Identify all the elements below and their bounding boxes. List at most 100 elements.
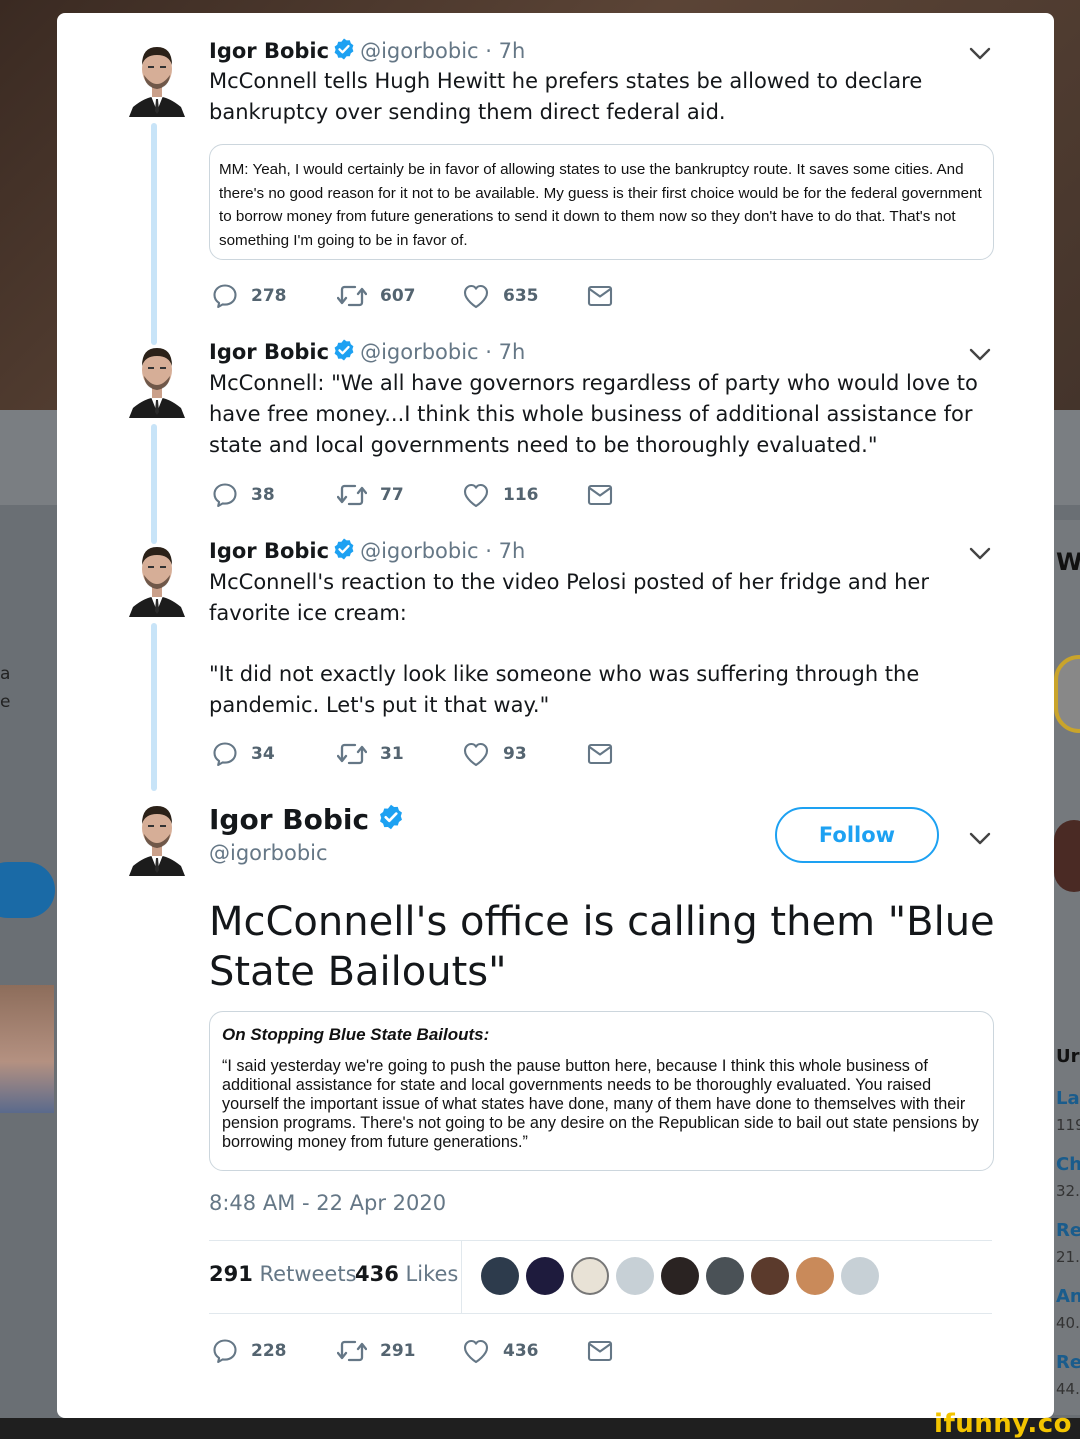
like-button[interactable]: 116 xyxy=(462,480,539,510)
chevron-down-icon[interactable] xyxy=(969,47,991,61)
thread-line xyxy=(151,123,157,345)
reply-button[interactable]: 278 xyxy=(212,281,287,311)
retweet-icon xyxy=(337,482,367,508)
message-icon xyxy=(587,742,613,766)
liker-avatar[interactable] xyxy=(616,1257,654,1295)
reply-button[interactable]: 34 xyxy=(212,739,275,769)
tweet-text: McConnell's reaction to the video Pelosi… xyxy=(209,570,929,625)
reply-button[interactable]: 228 xyxy=(212,1336,287,1366)
message-button[interactable] xyxy=(587,480,626,510)
reply-icon xyxy=(212,482,238,508)
tweet-quote-text: "It did not exactly look like someone wh… xyxy=(209,662,920,717)
author-name[interactable]: Igor Bobic xyxy=(209,39,329,63)
tweet-time[interactable]: · 7h xyxy=(485,340,525,364)
like-button[interactable]: 635 xyxy=(462,281,539,311)
background-right-link[interactable]: Ch xyxy=(1056,1154,1080,1175)
tweet-actions: 228 291 436 xyxy=(212,1336,632,1366)
tweet-timestamp[interactable]: 8:48 AM - 22 Apr 2020 xyxy=(209,1191,446,1215)
background-right-count: 21. xyxy=(1056,1248,1080,1266)
avatar[interactable] xyxy=(127,41,187,117)
liker-avatar[interactable] xyxy=(481,1257,519,1295)
quoted-statement-body: “I said yesterday we're going to push th… xyxy=(222,1057,979,1151)
author-name[interactable]: Igor Bobic xyxy=(209,340,329,364)
like-button[interactable]: 436 xyxy=(462,1336,539,1366)
message-icon xyxy=(587,284,613,308)
background-right-heading: W xyxy=(1056,548,1080,576)
tweet-actions: 278 607 635 xyxy=(212,281,632,311)
quoted-statement: On Stopping Blue State Bailouts: “I said… xyxy=(209,1011,994,1171)
liker-avatar[interactable] xyxy=(706,1257,744,1295)
reply-icon xyxy=(212,283,238,309)
tweet-thread-card: Igor Bobic @igorbobic · 7h McConnell tell… xyxy=(57,13,1054,1418)
tweet-text: McConnell: "We all have governors regard… xyxy=(209,371,978,457)
follow-button[interactable]: Follow xyxy=(775,807,939,863)
liker-avatar[interactable] xyxy=(526,1257,564,1295)
background-right-link[interactable]: An xyxy=(1056,1286,1080,1307)
tweet-time[interactable]: · 7h xyxy=(485,39,525,63)
like-icon xyxy=(462,283,490,309)
liker-avatar[interactable] xyxy=(751,1257,789,1295)
retweet-button[interactable]: 31 xyxy=(337,739,404,769)
retweet-button[interactable]: 607 xyxy=(337,281,416,311)
liker-avatar[interactable] xyxy=(661,1257,699,1295)
like-button[interactable]: 93 xyxy=(462,739,527,769)
main-author-name[interactable]: Igor Bobic xyxy=(209,803,409,836)
like-icon xyxy=(462,482,490,508)
verified-icon xyxy=(332,37,356,61)
background-tweet-button[interactable] xyxy=(0,862,55,918)
background-right-count: 40. xyxy=(1056,1314,1080,1332)
chevron-down-icon[interactable] xyxy=(969,348,991,362)
background-right-count: 119 xyxy=(1056,1116,1080,1134)
watermark-logo: ifunny.co xyxy=(934,1409,1072,1439)
reply-button[interactable]: 38 xyxy=(212,480,275,510)
reply-icon xyxy=(212,741,238,767)
author-handle[interactable]: @igorbobic xyxy=(360,539,479,563)
background-right-badge xyxy=(1054,655,1080,733)
background-right-link[interactable]: Re xyxy=(1056,1352,1080,1373)
verified-icon xyxy=(332,537,356,561)
liker-avatar[interactable] xyxy=(841,1257,879,1295)
background-right-link[interactable]: La xyxy=(1056,1088,1080,1109)
chevron-down-icon[interactable] xyxy=(969,547,991,561)
message-button[interactable] xyxy=(587,281,626,311)
verified-icon xyxy=(377,803,405,831)
tweet-actions: 38 77 116 xyxy=(212,480,632,510)
tweet-header: Igor Bobic @igorbobic · 7h xyxy=(209,37,525,63)
tweet-actions: 34 31 93 xyxy=(212,739,632,769)
thread-line xyxy=(151,424,157,544)
author-handle[interactable]: @igorbobic xyxy=(360,340,479,364)
message-icon xyxy=(587,1339,613,1363)
quoted-transcript: MM: Yeah, I would certainly be in favor … xyxy=(209,144,994,260)
verified-icon xyxy=(332,338,356,362)
like-icon xyxy=(462,741,490,767)
background-right-avatar xyxy=(1054,820,1080,892)
author-handle[interactable]: @igorbobic xyxy=(360,39,479,63)
liker-avatar[interactable] xyxy=(571,1257,609,1295)
retweet-button[interactable]: 291 xyxy=(337,1336,416,1366)
engagement-stats: 291 Retweets 436 Likes xyxy=(209,1240,992,1314)
author-name[interactable]: Igor Bobic xyxy=(209,539,329,563)
message-button[interactable] xyxy=(587,1336,626,1366)
retweet-button[interactable]: 77 xyxy=(337,480,404,510)
chevron-down-icon[interactable] xyxy=(969,832,991,846)
avatar[interactable] xyxy=(127,800,187,876)
retweet-icon xyxy=(337,283,367,309)
avatar[interactable] xyxy=(127,342,187,418)
background-right-count: 44. xyxy=(1056,1380,1080,1398)
background-photo xyxy=(0,985,54,1113)
watermark-bar xyxy=(0,1418,1080,1439)
liker-avatar[interactable] xyxy=(796,1257,834,1295)
quoted-statement-title: On Stopping Blue State Bailouts: xyxy=(222,1025,490,1044)
retweet-count[interactable]: 291 Retweets xyxy=(209,1262,357,1286)
like-count[interactable]: 436 Likes xyxy=(355,1262,458,1286)
tweet-time[interactable]: · 7h xyxy=(485,539,525,563)
retweet-icon xyxy=(337,1338,367,1364)
background-right-heading-2: Ur xyxy=(1056,1046,1080,1067)
message-button[interactable] xyxy=(587,739,626,769)
main-author-handle[interactable]: @igorbobic xyxy=(209,841,328,865)
background-right-link[interactable]: Re xyxy=(1056,1220,1080,1241)
tweet-header: Igor Bobic @igorbobic · 7h xyxy=(209,338,525,364)
avatar[interactable] xyxy=(127,541,187,617)
main-tweet-text: McConnell's office is calling them "Blue… xyxy=(209,899,995,995)
thread-line xyxy=(151,623,157,791)
